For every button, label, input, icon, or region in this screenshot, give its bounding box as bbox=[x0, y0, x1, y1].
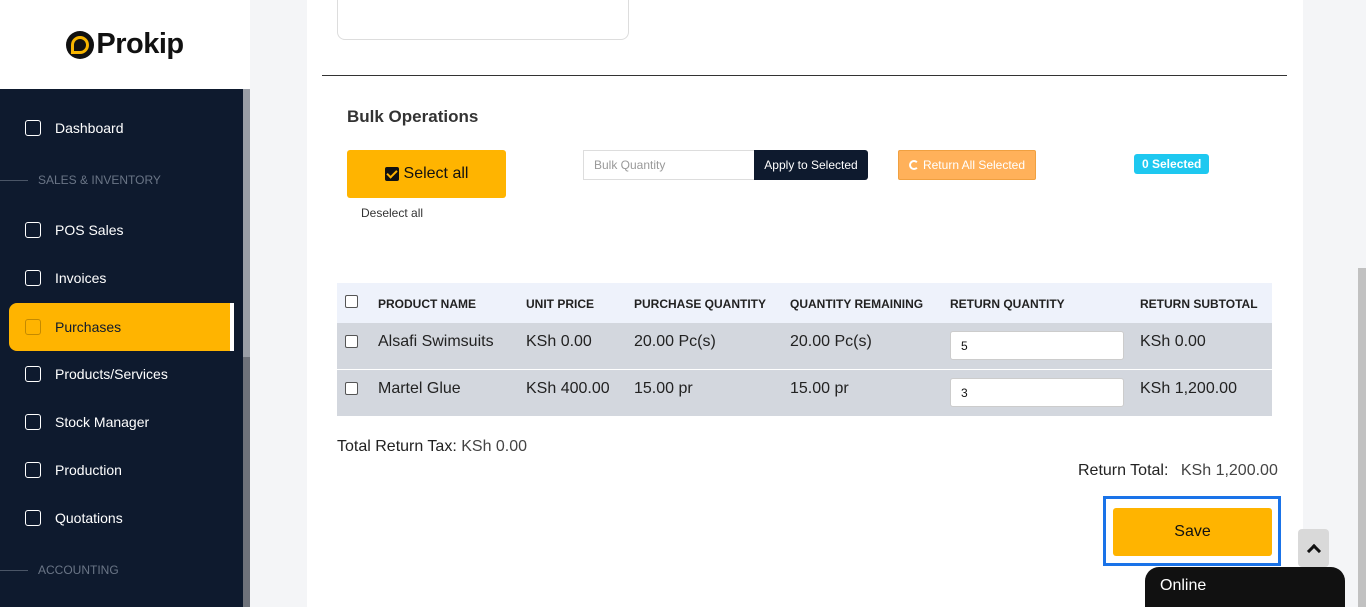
sidebar-item-label: Purchases bbox=[55, 319, 122, 335]
factory-icon bbox=[25, 462, 41, 478]
purchase-quantity: 20.00 Pc(s) bbox=[634, 333, 716, 350]
bulk-operations-title: Bulk Operations bbox=[347, 107, 479, 126]
sidebar-item-label: Products/Services bbox=[55, 366, 168, 382]
section-sales-inventory: SALES & INVENTORY bbox=[0, 173, 243, 187]
return-total: Return Total: KSh 1,200.00 bbox=[1078, 462, 1278, 479]
total-return-tax: Total Return Tax: KSh 0.00 bbox=[337, 438, 528, 455]
brand-name: Prokip bbox=[96, 28, 184, 60]
sidebar-item-label: Invoices bbox=[55, 270, 107, 286]
purchase-quantity: 15.00 pr bbox=[634, 380, 693, 397]
column-header-purchase-quantity: PURCHASE QUANTITY bbox=[634, 297, 767, 311]
stock-icon bbox=[25, 414, 41, 430]
sidebar-item-quotations[interactable]: Quotations bbox=[9, 495, 231, 541]
sidebar-scrollbar-thumb[interactable] bbox=[243, 89, 250, 357]
checkbox-icon bbox=[384, 167, 399, 181]
active-indicator bbox=[230, 303, 234, 351]
sidebar-item-label: POS Sales bbox=[55, 222, 124, 238]
apply-to-selected-button[interactable]: Apply to Selected bbox=[754, 150, 868, 180]
column-header-return-subtotal: RETURN SUBTOTAL bbox=[1140, 297, 1258, 311]
sidebar-item-pos-sales[interactable]: POS Sales bbox=[9, 207, 231, 253]
select-all-rows-checkbox[interactable] bbox=[345, 295, 358, 308]
sidebar-item-invoices[interactable]: Invoices bbox=[9, 255, 231, 301]
quantity-remaining: 15.00 pr bbox=[790, 380, 849, 397]
row-checkbox[interactable] bbox=[345, 335, 358, 348]
sidebar-item-production[interactable]: Production bbox=[9, 447, 231, 493]
deselect-all-link[interactable]: Deselect all bbox=[361, 206, 423, 220]
quantity-remaining: 20.00 Pc(s) bbox=[790, 333, 872, 350]
sidebar-item-dashboard[interactable]: Dashboard bbox=[9, 105, 231, 151]
column-header-product-name: PRODUCT NAME bbox=[378, 297, 476, 311]
sidebar-item-stock-manager[interactable]: Stock Manager bbox=[9, 399, 231, 445]
bulk-quantity-input[interactable] bbox=[583, 150, 754, 180]
return-subtotal: KSh 1,200.00 bbox=[1140, 380, 1237, 397]
sidebar-item-label: Quotations bbox=[55, 510, 123, 526]
row-checkbox[interactable] bbox=[345, 382, 358, 395]
prokip-logo-icon bbox=[66, 30, 95, 59]
section-accounting: ACCOUNTING bbox=[0, 563, 243, 577]
return-quantity-input[interactable] bbox=[950, 331, 1124, 360]
notes-box[interactable] bbox=[337, 0, 629, 40]
save-button[interactable]: Save bbox=[1113, 508, 1272, 556]
return-quantity-input[interactable] bbox=[950, 378, 1124, 407]
divider bbox=[322, 75, 1287, 76]
sidebar-item-products-services[interactable]: Products/Services bbox=[9, 351, 231, 397]
sidebar-item-label: Stock Manager bbox=[55, 414, 150, 430]
sidebar-item-label: Production bbox=[55, 462, 122, 478]
total-return-tax-value: KSh 0.00 bbox=[461, 438, 528, 455]
column-header-return-quantity: RETURN QUANTITY bbox=[950, 297, 1065, 311]
select-all-button[interactable]: Select all bbox=[347, 150, 506, 198]
home-icon bbox=[25, 120, 41, 136]
return-all-selected-button[interactable]: Return All Selected bbox=[898, 150, 1036, 180]
selected-count-badge: 0 Selected bbox=[1134, 154, 1210, 174]
product-name: Alsafi Swimsuits bbox=[378, 333, 494, 350]
box-icon bbox=[25, 319, 41, 335]
chat-status-widget[interactable]: Online bbox=[1145, 567, 1345, 607]
column-header-quantity-remaining: QUANTITY REMAINING bbox=[790, 297, 924, 311]
scroll-to-top-button[interactable] bbox=[1298, 529, 1329, 567]
page-scrollbar-thumb[interactable] bbox=[1358, 268, 1366, 607]
sidebar-item-purchases[interactable]: Purchases bbox=[9, 303, 234, 351]
invoice-icon bbox=[25, 270, 41, 286]
unit-price: KSh 400.00 bbox=[526, 380, 610, 397]
basket-icon bbox=[25, 222, 41, 238]
return-subtotal: KSh 0.00 bbox=[1140, 333, 1206, 350]
cube-icon bbox=[25, 366, 41, 382]
chevron-up-icon bbox=[1306, 543, 1321, 558]
calculator-icon bbox=[25, 510, 41, 526]
return-total-value: KSh 1,200.00 bbox=[1180, 462, 1278, 479]
unit-price: KSh 0.00 bbox=[526, 333, 592, 350]
product-name: Martel Glue bbox=[378, 380, 461, 397]
sidebar-item-label: Dashboard bbox=[55, 120, 124, 136]
column-header-unit-price: UNIT PRICE bbox=[526, 297, 595, 311]
logo[interactable]: Prokip bbox=[0, 0, 250, 89]
undo-icon bbox=[908, 160, 919, 170]
